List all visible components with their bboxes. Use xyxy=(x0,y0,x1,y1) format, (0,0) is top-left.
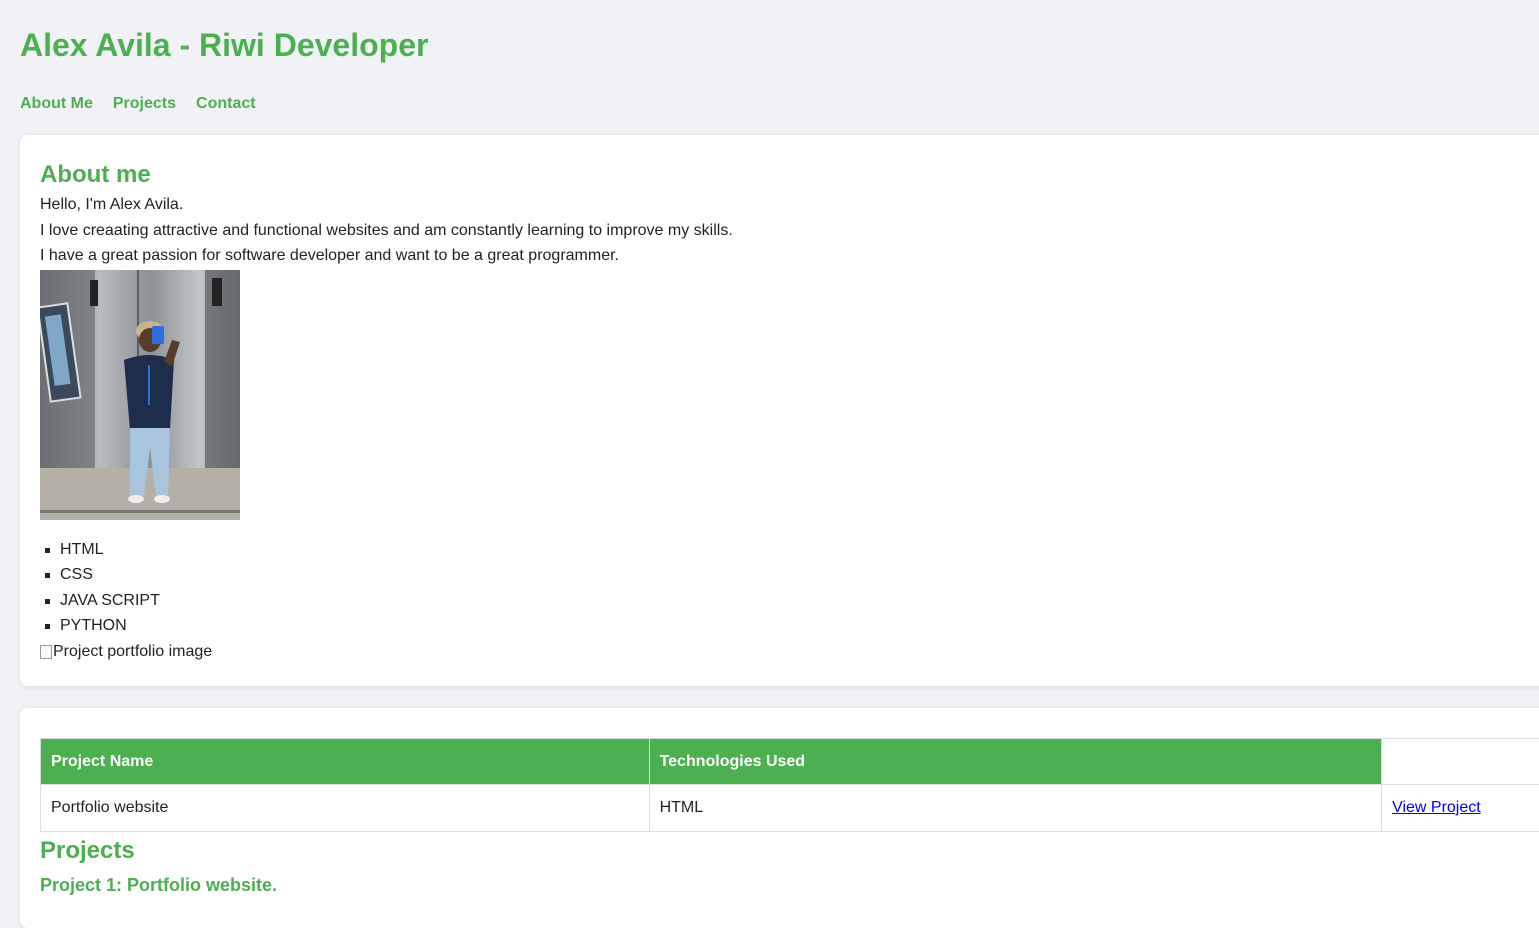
skill-item: HTML xyxy=(40,540,160,560)
table-header-row: Project Name Technologies Used xyxy=(41,739,1539,785)
view-project-link[interactable]: View Project xyxy=(1392,799,1481,816)
profile-photo xyxy=(40,270,240,520)
column-header-technologies: Technologies Used xyxy=(649,739,1382,785)
nav-link-contact[interactable]: Contact xyxy=(196,94,256,114)
skill-item: CSS xyxy=(40,565,160,585)
column-header-link xyxy=(1382,739,1539,785)
about-paragraph-2: I love creaating attractive and function… xyxy=(40,221,733,241)
main-nav: About Me Projects Contact xyxy=(20,94,256,114)
table-row: Portfolio website HTML View Project xyxy=(41,785,1539,832)
skill-item: PYTHON xyxy=(40,616,160,636)
broken-image-icon xyxy=(40,645,52,659)
skill-item: JAVA SCRIPT xyxy=(40,591,160,611)
nav-link-about-me[interactable]: About Me xyxy=(20,94,93,114)
nav-link-projects[interactable]: Projects xyxy=(113,94,176,114)
broken-image-alt-text: Project portfolio image xyxy=(53,642,212,662)
projects-table: Project Name Technologies Used Portfolio… xyxy=(40,738,1539,832)
about-paragraph-3: I have a great passion for software deve… xyxy=(40,246,619,266)
projects-heading: Projects xyxy=(40,837,135,865)
projects-section: Project Name Technologies Used Portfolio… xyxy=(20,708,1539,928)
skills-list: HTML CSS JAVA SCRIPT PYTHON xyxy=(40,540,160,641)
project-1-title: Project 1: Portfolio website. xyxy=(40,874,277,896)
column-header-project-name: Project Name xyxy=(41,739,650,785)
project-link-cell: View Project xyxy=(1382,785,1539,832)
project-tech-cell: HTML xyxy=(649,785,1382,832)
broken-project-image: Project portfolio image xyxy=(40,642,212,662)
site-title: Alex Avila - Riwi Developer xyxy=(20,26,428,64)
about-paragraph-1: Hello, I'm Alex Avila. xyxy=(40,195,183,215)
about-section: About me Hello, I'm Alex Avila. I love c… xyxy=(20,135,1539,686)
about-heading: About me xyxy=(40,161,151,189)
project-name-cell: Portfolio website xyxy=(41,785,650,832)
